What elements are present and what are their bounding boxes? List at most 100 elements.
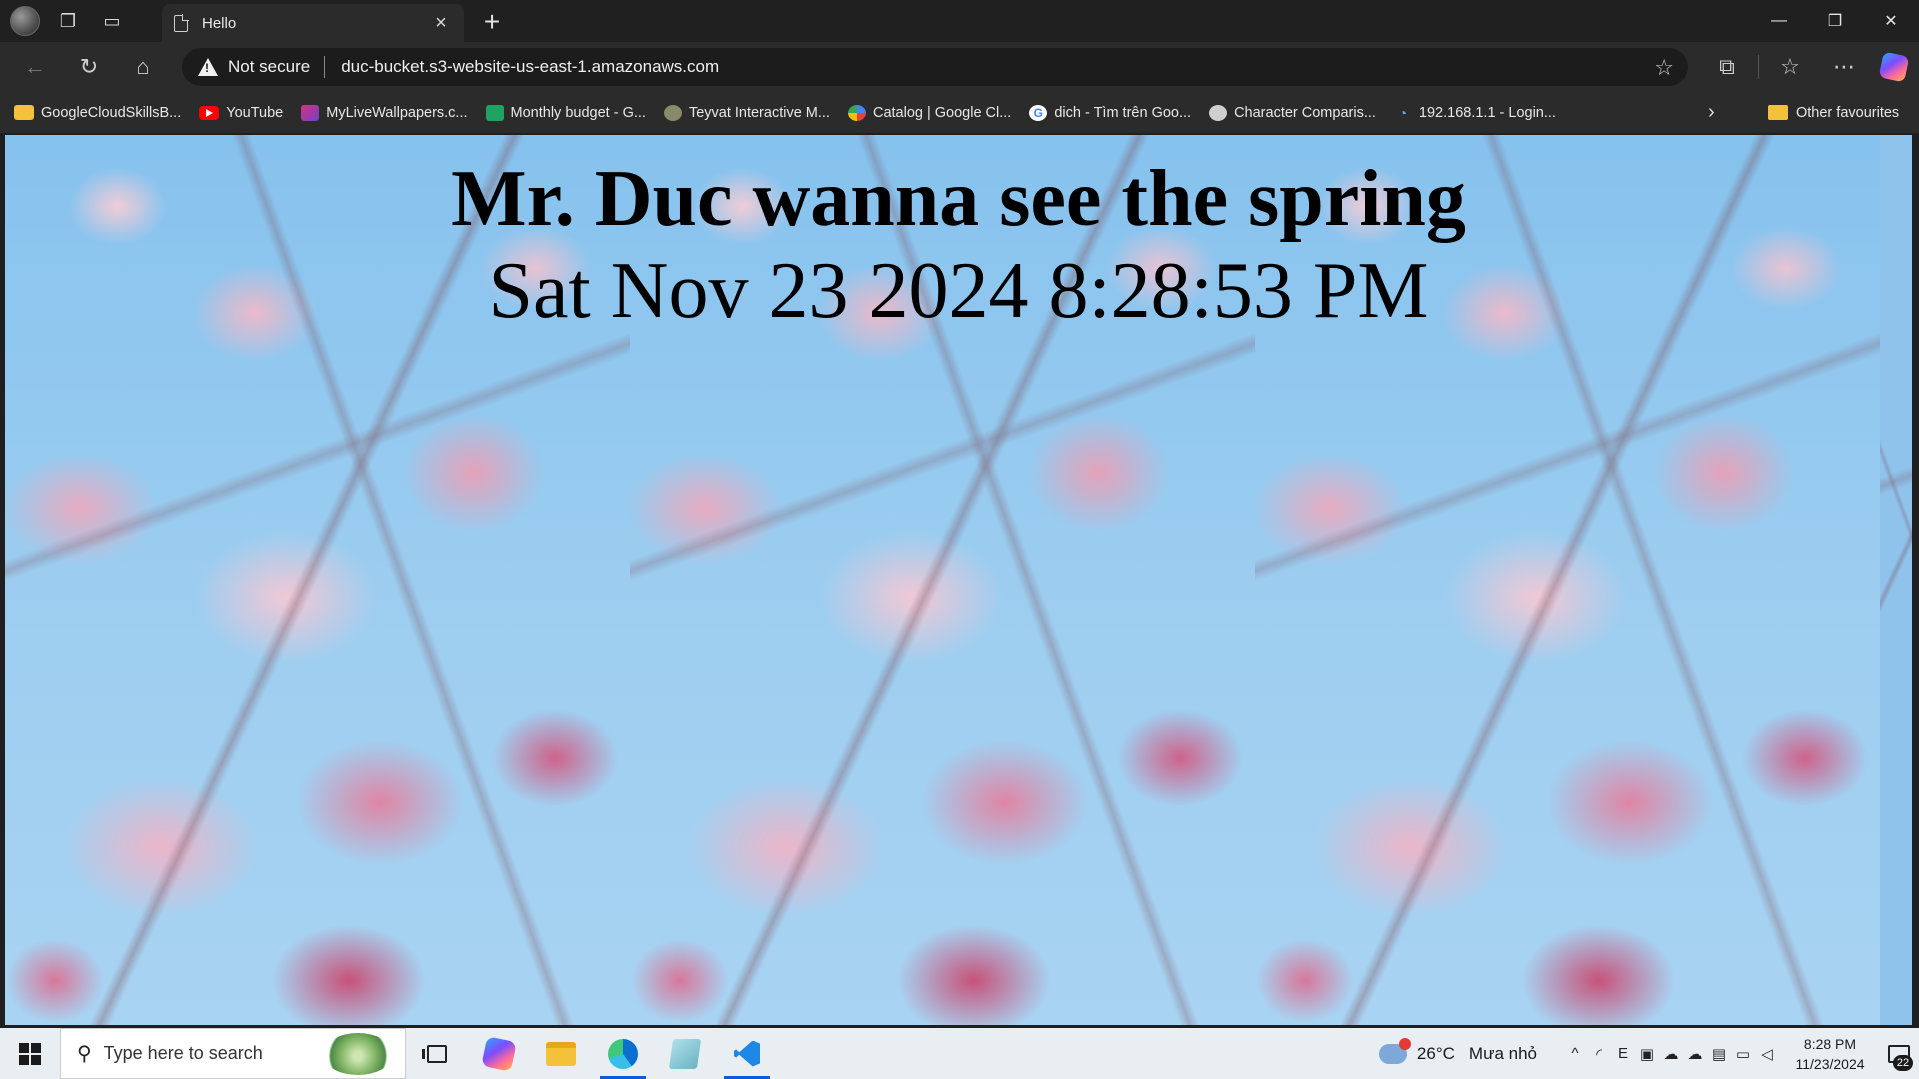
favorite-label: 192.168.1.1 - Login... bbox=[1418, 104, 1556, 121]
favorite-item[interactable]: GoogleCloudSkillsB... bbox=[14, 105, 181, 121]
page-headline: Mr. Duc wanna see the spring bbox=[451, 155, 1466, 243]
edge-icon bbox=[608, 1038, 638, 1069]
other-favourites-label: Other favourites bbox=[1796, 104, 1900, 121]
page-datetime: Sat Nov 23 2024 8:28:53 PM bbox=[488, 247, 1429, 335]
workspaces-icon[interactable]: ❐ bbox=[48, 1, 88, 41]
copilot-taskbar-button[interactable] bbox=[468, 1028, 530, 1079]
start-button[interactable] bbox=[0, 1028, 60, 1079]
home-button[interactable]: ⌂ bbox=[116, 42, 170, 92]
task-view-button[interactable] bbox=[406, 1028, 468, 1079]
restore-button[interactable]: ❐ bbox=[1807, 0, 1863, 42]
document-icon bbox=[174, 13, 189, 32]
display-icon[interactable]: ▤ bbox=[1707, 1028, 1731, 1079]
character-icon bbox=[1209, 104, 1228, 121]
favorite-item[interactable]: Gdich - Tìm trên Goo... bbox=[1029, 104, 1192, 121]
warning-icon[interactable] bbox=[198, 58, 218, 76]
show-hidden-icons-chevron-icon[interactable]: ^ bbox=[1563, 1028, 1587, 1079]
favorites-icon[interactable]: ☆ bbox=[1763, 42, 1817, 92]
tab-hello[interactable]: Hello × bbox=[162, 4, 464, 42]
favorite-label: Character Comparis... bbox=[1234, 104, 1376, 121]
web-page: Mr. Duc wanna see the spring Sat Nov 23 … bbox=[5, 135, 1912, 1025]
copilot-icon[interactable] bbox=[1878, 51, 1910, 83]
onedrive-offline-icon[interactable]: ☁ bbox=[1659, 1028, 1683, 1079]
browser-tab-bar: ❐ ▭ Hello × + — ❐ ✕ bbox=[0, 0, 1919, 42]
input-method-icon[interactable]: E bbox=[1611, 1028, 1635, 1079]
rain-cloud-icon bbox=[1378, 1037, 1411, 1064]
folder-icon bbox=[1768, 105, 1788, 120]
taskbar-clock[interactable]: 8:28 PM 11/23/2024 bbox=[1787, 1034, 1873, 1074]
taskbar: ⚲ Type here to search 26°C Mưa nhỏ ^ ◜ E… bbox=[0, 1028, 1919, 1079]
favorite-label: MyLiveWallpapers.c... bbox=[326, 104, 468, 121]
folder-icon bbox=[14, 105, 34, 120]
edge-button[interactable] bbox=[592, 1028, 654, 1079]
toolbar-divider bbox=[1758, 55, 1759, 79]
task-view-icon bbox=[422, 1044, 447, 1063]
address-bar[interactable]: Not secure duc-bucket.s3-website-us-east… bbox=[182, 48, 1688, 86]
toolbar-right: ⧉ ☆ ⋯ bbox=[1700, 42, 1910, 92]
wifi-icon[interactable]: ◜ bbox=[1587, 1028, 1611, 1079]
taskbar-search[interactable]: ⚲ Type here to search bbox=[60, 1028, 406, 1079]
favorite-item[interactable]: YouTube bbox=[199, 105, 283, 121]
vscode-button[interactable] bbox=[716, 1028, 778, 1079]
file-explorer-icon bbox=[546, 1041, 576, 1066]
favorite-label: GoogleCloudSkillsB... bbox=[41, 104, 182, 121]
favorite-item[interactable]: Monthly budget - G... bbox=[485, 104, 646, 121]
system-tray: 26°C Mưa nhỏ ^ ◜ E ▣ ☁ ☁ ▤ ▭ ◁ 8:28 PM 1… bbox=[1378, 1028, 1919, 1079]
extensions-icon[interactable]: ⧉ bbox=[1700, 42, 1754, 92]
vertical-tabs-icon[interactable]: ▭ bbox=[92, 1, 132, 41]
security-label[interactable]: Not secure bbox=[228, 57, 310, 77]
favorite-item[interactable]: Catalog | Google Cl... bbox=[847, 104, 1012, 121]
profile-button[interactable] bbox=[0, 1, 40, 41]
close-tab-icon[interactable]: × bbox=[430, 12, 452, 35]
google-icon: G bbox=[1029, 104, 1048, 121]
more-favorites-chevron-icon[interactable]: › bbox=[1708, 92, 1715, 133]
google-cloud-icon bbox=[847, 104, 866, 121]
router-icon: ◔ bbox=[1398, 104, 1408, 121]
clock-date: 11/23/2024 bbox=[1795, 1055, 1865, 1072]
file-explorer-button[interactable] bbox=[530, 1028, 592, 1079]
address-divider bbox=[324, 56, 326, 78]
search-placeholder: Type here to search bbox=[103, 1043, 263, 1063]
clock-time: 8:28 PM bbox=[1803, 1035, 1857, 1052]
browser-toolbar: ← ↻ ⌂ Not secure duc-bucket.s3-website-u… bbox=[0, 42, 1919, 92]
copilot-icon bbox=[481, 1035, 517, 1072]
favorite-item[interactable]: Teyvat Interactive M... bbox=[663, 104, 830, 121]
new-tab-button[interactable]: + bbox=[476, 6, 508, 38]
teyvat-map-icon bbox=[663, 104, 682, 121]
favorites-bar: GoogleCloudSkillsB... YouTube MyLiveWall… bbox=[0, 92, 1919, 133]
notification-count-badge: 22 bbox=[1893, 1055, 1913, 1071]
weather-condition: Mưa nhỏ bbox=[1468, 1043, 1537, 1063]
window-controls: — ❐ ✕ bbox=[1751, 0, 1919, 42]
mylivewallpapers-icon bbox=[301, 104, 320, 121]
favorite-item[interactable]: Character Comparis... bbox=[1209, 104, 1376, 121]
vscode-icon bbox=[732, 1039, 762, 1069]
notepad-icon bbox=[668, 1038, 702, 1069]
volume-icon[interactable]: ◁ bbox=[1755, 1028, 1779, 1079]
search-highlight-image bbox=[323, 1033, 393, 1075]
favorite-label: dich - Tìm trên Goo... bbox=[1054, 104, 1192, 121]
google-sheets-icon bbox=[485, 104, 504, 121]
favorite-item[interactable]: MyLiveWallpapers.c... bbox=[301, 104, 468, 121]
other-favourites-folder[interactable]: Other favourites bbox=[1768, 92, 1899, 133]
weather-temperature: 26°C bbox=[1416, 1043, 1455, 1063]
notification-center-button[interactable]: 22 bbox=[1879, 1028, 1919, 1079]
weather-widget[interactable]: 26°C Mưa nhỏ bbox=[1378, 1037, 1537, 1064]
search-icon: ⚲ bbox=[77, 1043, 92, 1065]
minimize-button[interactable]: — bbox=[1751, 0, 1807, 42]
favorite-label: Catalog | Google Cl... bbox=[872, 104, 1012, 121]
url-text[interactable]: duc-bucket.s3-website-us-east-1.amazonaw… bbox=[341, 57, 719, 77]
onedrive-icon[interactable]: ☁ bbox=[1683, 1028, 1707, 1079]
profile-avatar bbox=[10, 6, 40, 36]
more-menu-icon[interactable]: ⋯ bbox=[1817, 42, 1871, 92]
notepad-button[interactable] bbox=[654, 1028, 716, 1079]
favorite-star-icon[interactable]: ☆ bbox=[1654, 55, 1674, 81]
back-button[interactable]: ← bbox=[8, 42, 62, 92]
battery-icon[interactable]: ▭ bbox=[1731, 1028, 1755, 1079]
close-window-button[interactable]: ✕ bbox=[1863, 0, 1919, 42]
windows-logo-icon bbox=[19, 1042, 41, 1065]
refresh-button[interactable]: ↻ bbox=[62, 42, 116, 92]
meet-now-icon[interactable]: ▣ bbox=[1635, 1028, 1659, 1079]
favorite-item[interactable]: ◔ 192.168.1.1 - Login... bbox=[1394, 105, 1556, 121]
tab-title: Hello bbox=[202, 14, 237, 32]
favorite-label: Teyvat Interactive M... bbox=[688, 104, 830, 121]
